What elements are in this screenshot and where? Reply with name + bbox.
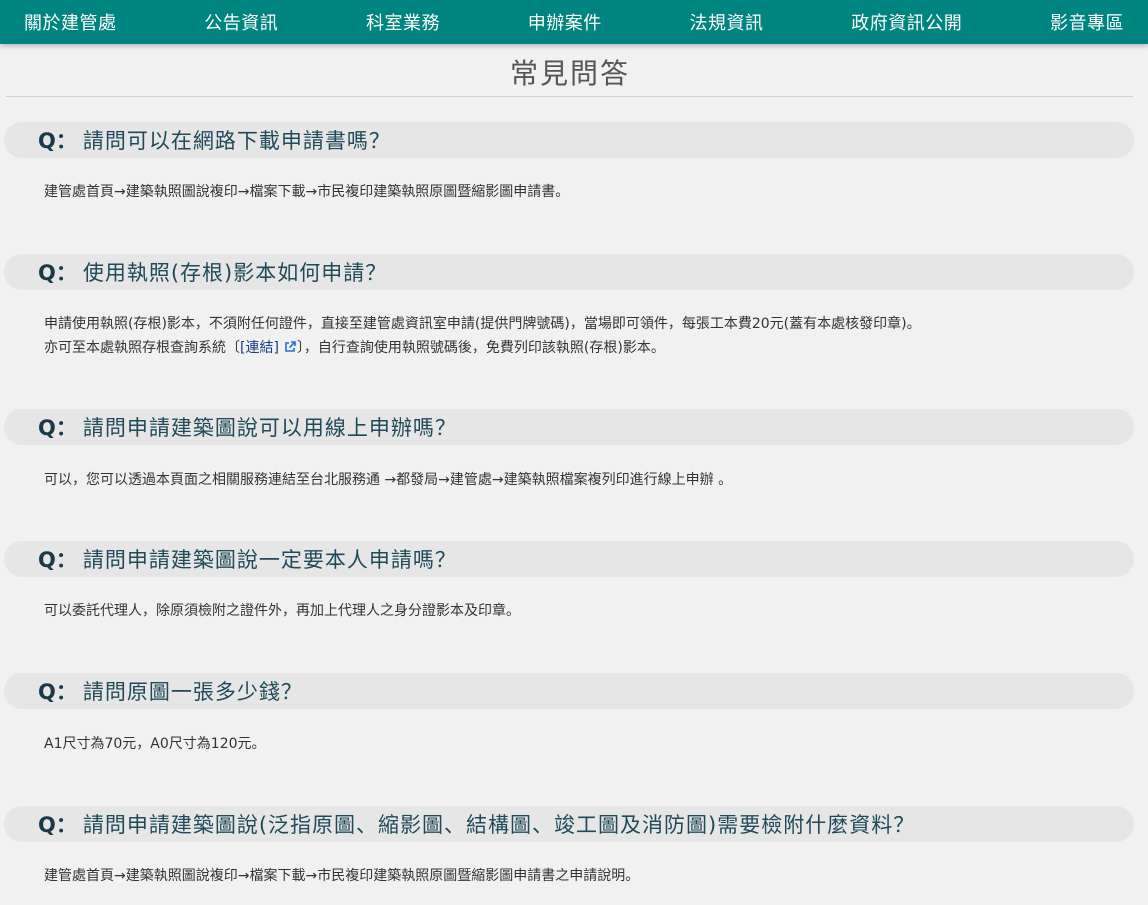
nav-item-gov-info[interactable]: 政府資訊公開 [851, 9, 962, 35]
q-prefix: Q： [38, 548, 77, 572]
page-title: 常見問答 [509, 57, 630, 90]
faq-question-1[interactable]: Q： 請問可以在網路下載申請書嗎？ [4, 122, 1134, 158]
question-text: 使用執照(存根)影本如何申請？ [82, 261, 388, 285]
faq-answer-1: 建管處首頁→建築執照圖說複印→檔案下載→市民複印建築執照原圖暨縮影圖申請書。 [44, 180, 1124, 204]
answer-text-after-link: 〕，自行查詢使用執照號碼後，免費列印該執照(存根)影本。 [296, 340, 665, 356]
answer-text-before-link: 亦可至本處執照存根查詢系統〔 [44, 340, 240, 356]
faq-question-4[interactable]: Q： 請問申請建築圖說一定要本人申請嗎？ [4, 541, 1134, 577]
answer-text: 建管處首頁→建築執照圖說複印→檔案下載→市民複印建築執照原圖暨縮影圖申請書。 [44, 184, 570, 200]
faq-question-3[interactable]: Q： 請問申請建築圖說可以用線上申辦嗎？ [4, 409, 1134, 445]
q-prefix: Q： [38, 680, 77, 704]
answer-text: A1尺寸為70元，A0尺寸為120元。 [44, 736, 266, 752]
faq-question-5[interactable]: Q： 請問原圖一張多少錢？ [4, 673, 1134, 709]
external-link-icon [285, 341, 296, 352]
question-text: 請問可以在網路下載申請書嗎？ [82, 129, 391, 153]
answer-text-line2: 亦可至本處執照存根查詢系統〔[連結] 〕，自行查詢使用執照號碼後，免費列印該執照(… [44, 336, 1124, 360]
faq-answer-2: 申請使用執照(存根)影本，不須附任何證件，直接至建管處資訊室申請(提供門牌號碼)… [44, 312, 1124, 360]
title-divider [6, 96, 1133, 97]
faq-question-2[interactable]: Q： 使用執照(存根)影本如何申請？ [4, 254, 1134, 290]
answer-text: 申請使用執照(存根)影本，不須附任何證件，直接至建管處資訊室申請(提供門牌號碼)… [44, 316, 921, 332]
question-text: 請問原圖一張多少錢？ [82, 680, 303, 704]
nav-item-departments[interactable]: 科室業務 [366, 9, 440, 35]
answer-text: 可以委託代理人，除原須檢附之證件外，再加上代理人之身分證影本及印章。 [44, 603, 520, 619]
faq-answer-5: A1尺寸為70元，A0尺寸為120元。 [44, 732, 1124, 756]
q-prefix: Q： [38, 261, 77, 285]
question-text: 請問申請建築圖說可以用線上申辦嗎？ [82, 416, 457, 440]
faq-answer-4: 可以委託代理人，除原須檢附之證件外，再加上代理人之身分證影本及印章。 [44, 599, 1124, 623]
nav-item-regulations[interactable]: 法規資訊 [690, 9, 764, 35]
question-text: 請問申請建築圖說一定要本人申請嗎？ [82, 548, 457, 572]
faq-answer-3: 可以，您可以透過本頁面之相關服務連結至台北服務通 →都發局→建管處→建築執照檔案… [44, 468, 1124, 492]
license-stub-search-link[interactable]: [連結] [240, 340, 297, 356]
top-nav: 關於建管處 公告資訊 科室業務 申辦案件 法規資訊 政府資訊公開 影音專區 [0, 0, 1148, 44]
question-text: 請問申請建築圖說(泛指原圖、縮影圖、結構圖、竣工圖及消防圖)需要檢附什麼資料？ [82, 813, 916, 837]
nav-item-about[interactable]: 關於建管處 [24, 9, 117, 35]
faq-question-6[interactable]: Q： 請問申請建築圖說(泛指原圖、縮影圖、結構圖、竣工圖及消防圖)需要檢附什麼資… [4, 806, 1134, 842]
answer-text: 可以，您可以透過本頁面之相關服務連結至台北服務通 →都發局→建管處→建築執照檔案… [44, 472, 733, 488]
answer-text: 建管處首頁→建築執照圖說複印→檔案下載→市民複印建築執照原圖暨縮影圖申請書之申請… [44, 868, 640, 884]
nav-item-media[interactable]: 影音專區 [1050, 9, 1124, 35]
q-prefix: Q： [38, 813, 77, 837]
q-prefix: Q： [38, 129, 77, 153]
q-prefix: Q： [38, 416, 77, 440]
link-label: [連結] [240, 340, 279, 356]
nav-item-applications[interactable]: 申辦案件 [528, 9, 602, 35]
nav-item-announcements[interactable]: 公告資訊 [204, 9, 278, 35]
faq-answer-6: 建管處首頁→建築執照圖說複印→檔案下載→市民複印建築執照原圖暨縮影圖申請書之申請… [44, 864, 1124, 888]
